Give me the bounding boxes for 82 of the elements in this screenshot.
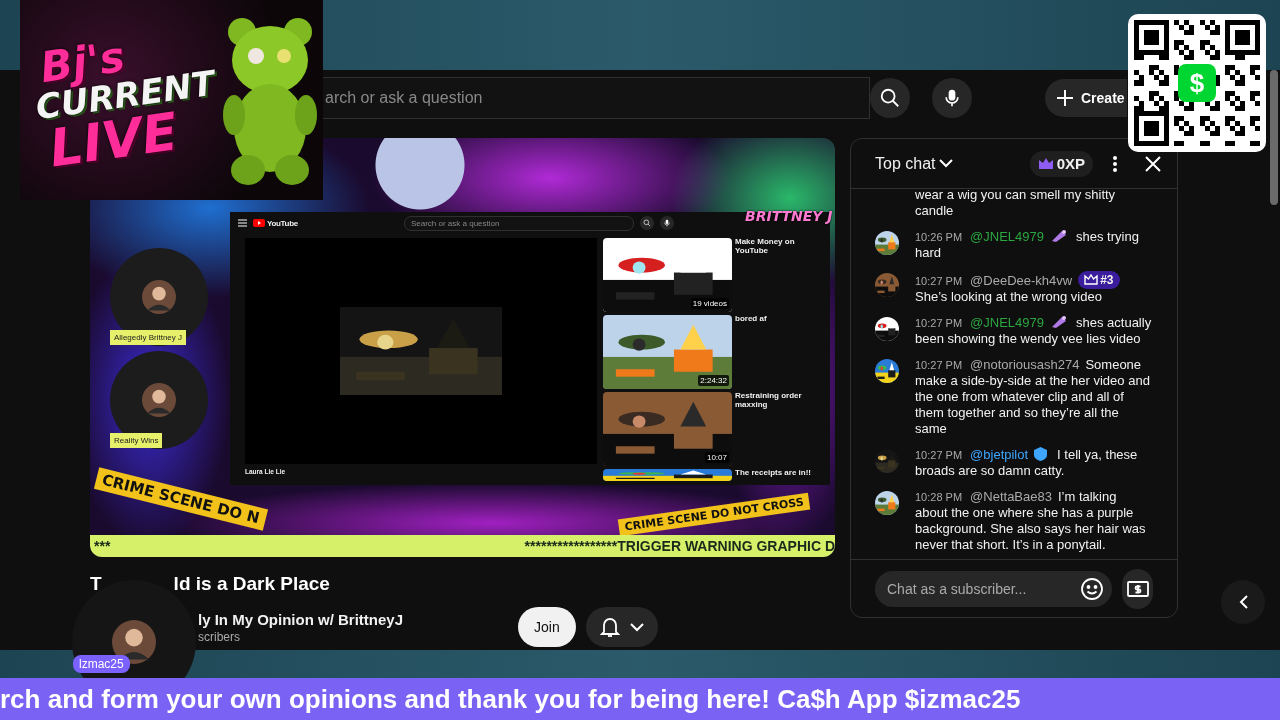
plus-icon (1055, 88, 1075, 108)
thumbnail-badge: 19 videos (690, 298, 729, 309)
chat-message-text: shes actually (1076, 315, 1152, 330)
xp-text: 0XP (1056, 155, 1085, 172)
video-title[interactable]: The receipts are in!! (735, 469, 827, 481)
search-icon (642, 219, 651, 227)
video-title: T (90, 573, 102, 595)
message-time: 10:26 PM (915, 230, 963, 243)
person-avatar (142, 383, 176, 417)
video-title[interactable]: Restraining order maxxing (735, 392, 827, 466)
chat-message-text: make a side-by-side at the her video and the one from whatever clip and all of them together and so they’re all the same (915, 373, 1151, 437)
ticker-text: rch and form your own opinions and thank you for being here! Ca$h App $izmac25 (0, 683, 1021, 715)
chat-message-text: hard (915, 244, 943, 261)
xp-badge[interactable]: 0XP (1029, 150, 1093, 177)
video-title[interactable]: bored af (735, 315, 827, 389)
chevron-down-icon (629, 622, 644, 632)
notification-button[interactable] (585, 607, 658, 647)
close-button[interactable] (1145, 155, 1161, 172)
search-button[interactable] (870, 78, 910, 118)
message-time: 10:27 PM (915, 449, 963, 461)
microphone-icon (662, 219, 671, 227)
chat-message-text: shes trying (1076, 228, 1139, 244)
rank-text: #3 (1100, 271, 1114, 288)
site-logo: YouTube (253, 218, 298, 228)
message-time: 10:28 PM (915, 491, 963, 503)
chat-message-text: about the one where she has a purple background. She also says her hair was never that short. It’s in a ponytail. (915, 505, 1147, 553)
play-logo-icon (253, 219, 265, 227)
chat-message-text: She’s looking at the wrong video (915, 289, 1103, 305)
chat-message-text: broads are so damn catty. (915, 463, 1066, 479)
author-name[interactable]: @DeeDee-kh4vw (970, 273, 1073, 288)
crown-icon (1037, 157, 1054, 170)
voice-search-button[interactable] (932, 78, 972, 118)
search-icon (879, 87, 901, 109)
banner-text: *** (94, 538, 111, 554)
message-time: 10:27 PM (915, 317, 963, 329)
chat-message-text: Someone (1085, 357, 1142, 372)
search-button[interactable] (639, 216, 654, 230)
overlay-name: BRITTNEY J (745, 208, 833, 224)
chat-message-text: I tell ya, these (1057, 447, 1138, 462)
bell-icon (599, 616, 620, 638)
super-chat-button[interactable] (1122, 568, 1153, 609)
subscriber-count: scribers (198, 629, 241, 644)
more-vertical-icon (1113, 155, 1117, 172)
create-button[interactable]: Create (1045, 79, 1127, 117)
thumbnail-badge: 2:24:32 (698, 375, 729, 386)
microphone-icon (942, 88, 962, 108)
cash-app-logo: $ (1178, 64, 1216, 102)
emoji-button[interactable] (1072, 570, 1112, 607)
author-name[interactable]: @JNEL4979 (970, 228, 1044, 244)
menu-icon (238, 219, 247, 227)
chat-message-text: been showing the wendy vee lies video (915, 331, 1142, 347)
page-scrollbar[interactable] (1270, 70, 1278, 205)
video-title: ld is a Dark Place (173, 573, 330, 595)
author-name[interactable]: @NettaBae83 (970, 489, 1052, 504)
chat-message-text: wear a wig you can smell my shitty candle (915, 189, 1116, 218)
person-avatar (142, 280, 176, 314)
author-name[interactable]: @notoriousash274 (970, 357, 1080, 372)
smiley-icon (1080, 576, 1104, 601)
guest-label: Allegedly Brittney J (110, 330, 187, 345)
chat-mode-dropdown[interactable]: Top chat (875, 154, 954, 173)
video-title[interactable]: Make Money on YouTube (735, 238, 827, 312)
crown-icon (1084, 274, 1099, 285)
channel-name[interactable]: ly In My Opinion w/ BrittneyJ (198, 610, 428, 628)
search-field[interactable]: Search or ask a question (403, 215, 634, 231)
more-options-button[interactable] (1113, 155, 1117, 172)
chevron-left-icon (1238, 595, 1248, 609)
chat-message-text: I’m talking (1057, 489, 1117, 504)
message-time: 10:27 PM (915, 359, 963, 371)
chevron-down-icon (939, 159, 954, 168)
join-button[interactable]: Join (518, 607, 576, 647)
author-name[interactable]: @bjetpilot (970, 447, 1029, 462)
streamer-name-badge: lzmac25 (73, 655, 130, 673)
author-name[interactable]: @JNEL4979 (970, 315, 1044, 330)
banner-text: *****************TRIGGER WARNING GRAPHIC D (524, 538, 835, 554)
money-icon (1126, 580, 1149, 597)
guest-label: Reality Wins (110, 433, 163, 448)
close-icon (1145, 155, 1161, 172)
message-time: 10:27 PM (915, 275, 963, 287)
thumbnail-badge: 10:07 (704, 452, 729, 463)
chat-input-field[interactable]: Chat as a subscriber... (875, 570, 1072, 607)
search-field[interactable]: arch or ask a question (323, 77, 870, 119)
voice-search-button[interactable] (659, 216, 674, 230)
